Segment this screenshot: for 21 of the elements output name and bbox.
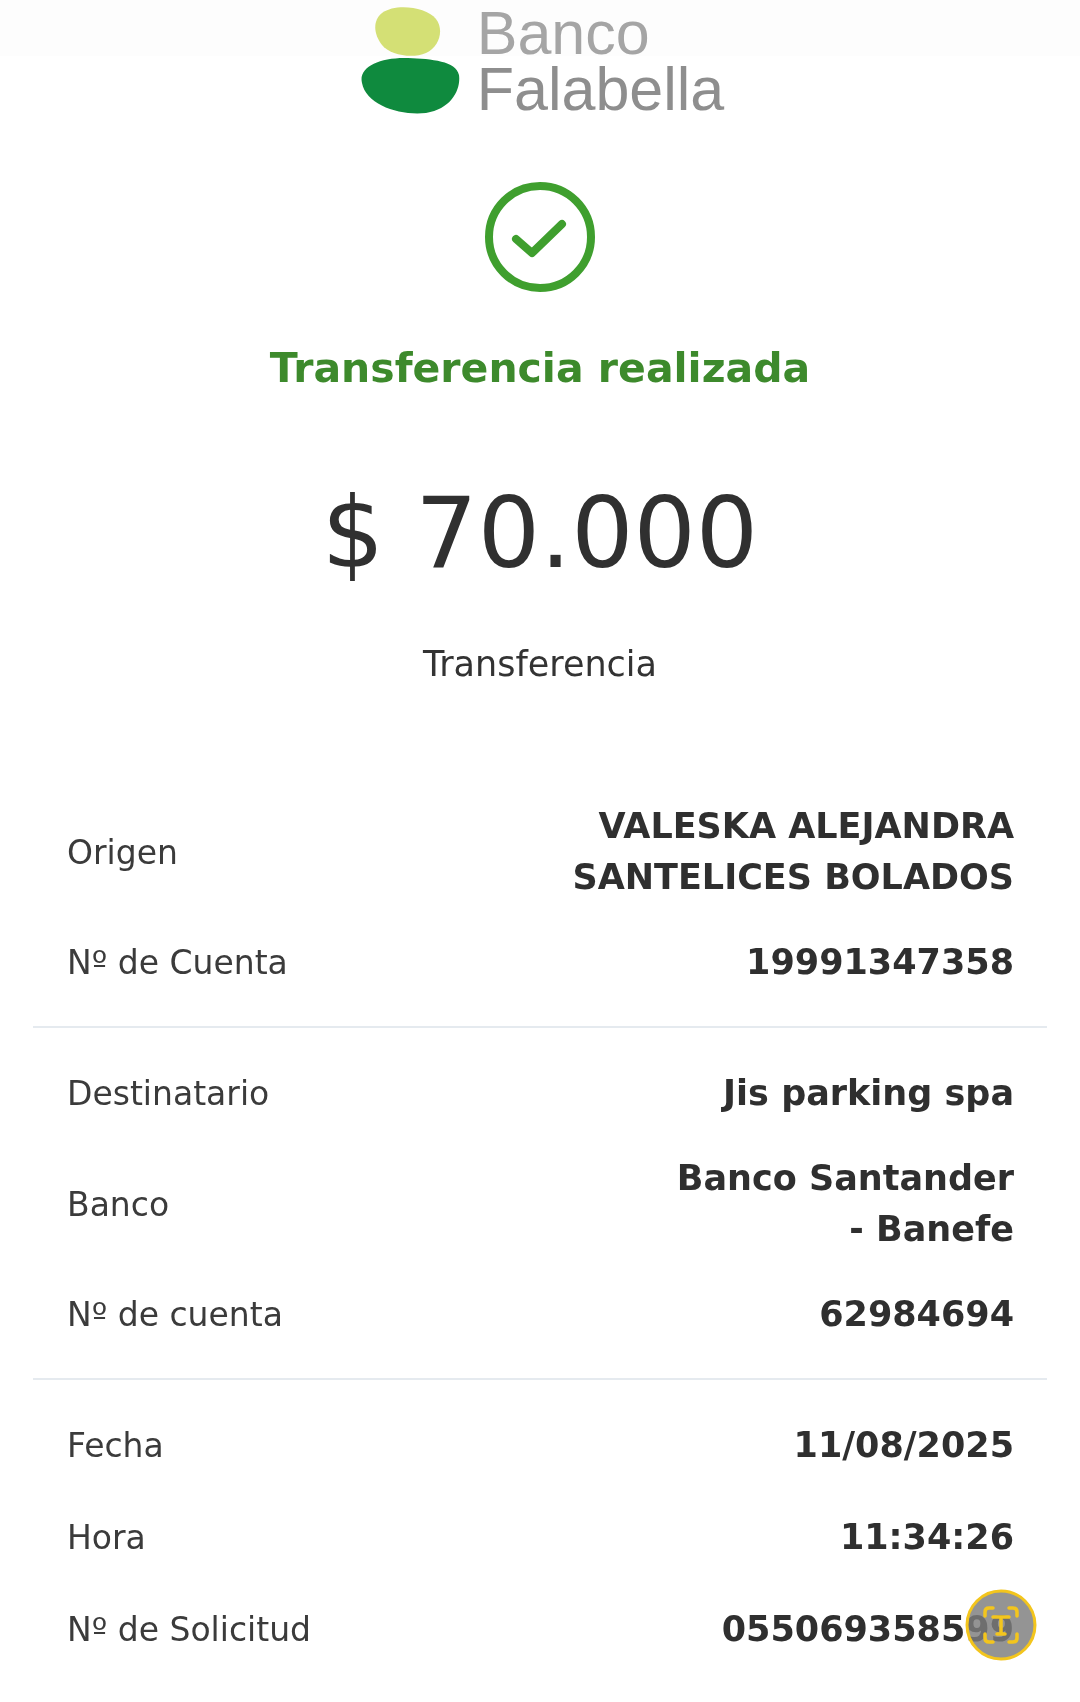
- field-label: Destinatario: [67, 1073, 270, 1115]
- field-value: Jis parking spa: [723, 1072, 1014, 1115]
- transfer-type: Transferencia: [422, 643, 658, 686]
- status-title: Transferencia realizada: [269, 343, 811, 393]
- field-label: Hora: [67, 1517, 146, 1559]
- field-label: Nº de cuenta: [67, 1294, 283, 1336]
- field-label: Banco: [67, 1183, 170, 1226]
- field-label: Nº de Cuenta: [67, 942, 288, 984]
- amount: $ 70.000: [321, 478, 759, 588]
- field-value: 11/08/2025: [793, 1424, 1014, 1467]
- field-value: 62984694: [819, 1293, 1014, 1336]
- field-label: Nº de Solicitud: [67, 1609, 312, 1651]
- field-value: VALESKA ALEJANDRA SANTELICES BOLADOS: [572, 805, 1014, 899]
- field-value: Banco Santander - Banefe: [676, 1157, 1014, 1251]
- field-label: Origen: [67, 831, 178, 874]
- field-value: 11:34:26: [839, 1516, 1014, 1559]
- field-value: 19991347358: [746, 941, 1014, 984]
- logo-text: Banco: [476, 5, 650, 61]
- check-circle-icon: [485, 182, 595, 292]
- logo-text: Falabella: [476, 61, 725, 117]
- field-label: Fecha: [67, 1425, 164, 1467]
